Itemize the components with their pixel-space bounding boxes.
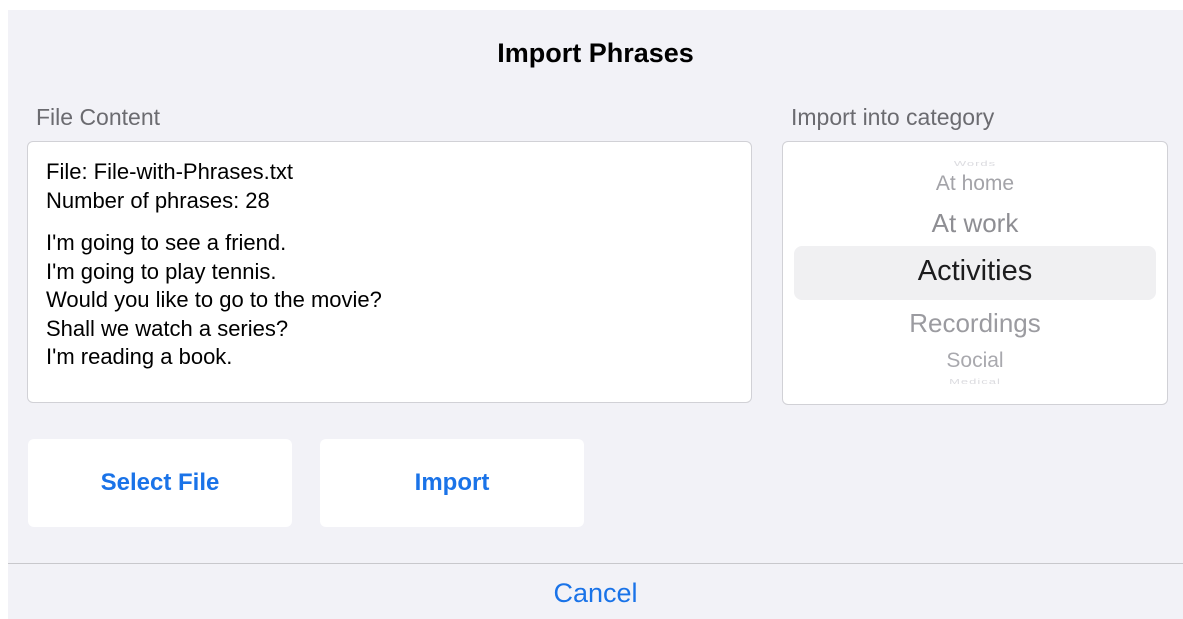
phrase-count-line: Number of phrases: 28 [46, 187, 270, 213]
category-picker[interactable]: Words At home At work Activities Recordi… [782, 141, 1168, 405]
picker-item-at-work[interactable]: At work [783, 208, 1167, 239]
cancel-button[interactable]: Cancel [8, 578, 1183, 609]
file-name-line: File: File-with-Phrases.txt [46, 159, 293, 184]
picker-item-social[interactable]: Social [783, 349, 1167, 373]
select-file-button[interactable]: Select File [28, 439, 292, 527]
picker-item-medical[interactable]: Medical [783, 377, 1167, 385]
import-phrases-dialog: Import Phrases File Content Import into … [8, 10, 1183, 619]
dialog-title: Import Phrases [497, 38, 694, 68]
picker-item-recordings[interactable]: Recordings [783, 308, 1167, 339]
picker-item-activities[interactable]: Activities [783, 255, 1167, 288]
picker-item-at-home[interactable]: At home [783, 172, 1167, 196]
import-button[interactable]: Import [320, 439, 584, 527]
picker-item-words[interactable]: Words [783, 159, 1167, 167]
file-content-textview[interactable]: File: File-with-Phrases.txt Number of ph… [27, 141, 752, 403]
category-label: Import into category [791, 104, 995, 130]
phrase-line: I'm reading a book. [46, 344, 233, 369]
file-content-label: File Content [36, 104, 161, 130]
phrase-line: Would you like to go to the movie? [46, 287, 382, 312]
footer-divider [8, 563, 1183, 564]
phrase-line: Shall we watch a series? [46, 315, 289, 341]
phrase-line: I'm going to see a friend. [46, 230, 287, 255]
phrase-line: I'm going to play tennis. [46, 258, 277, 284]
